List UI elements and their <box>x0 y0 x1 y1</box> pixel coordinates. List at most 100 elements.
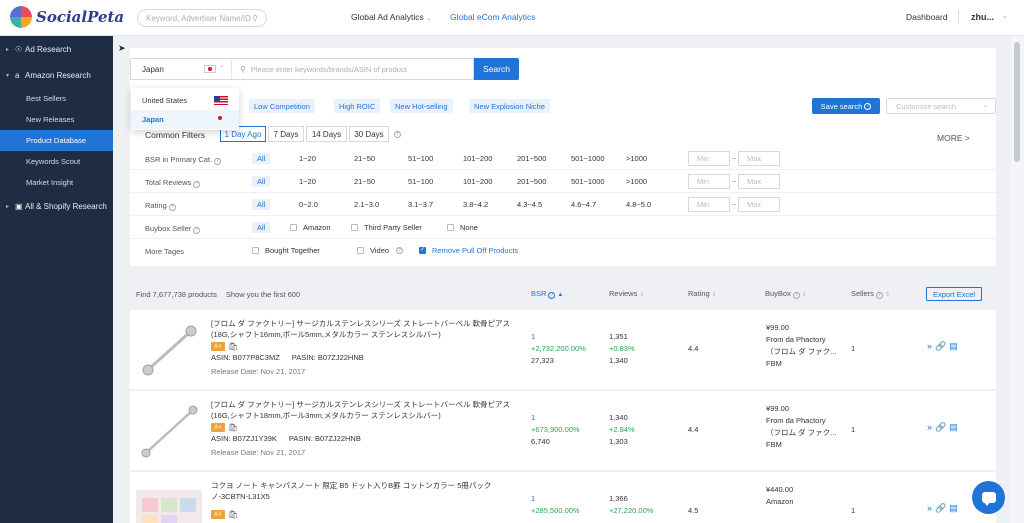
detail-icon[interactable]: » <box>927 503 935 513</box>
filter-option[interactable]: All <box>252 153 271 164</box>
report-icon[interactable]: ▤ <box>949 422 961 432</box>
checkbox[interactable] <box>252 247 259 254</box>
range-14-days-button[interactable]: 14 Days <box>306 126 347 142</box>
sidebar-item-best-sellers[interactable]: Best Sellers <box>0 88 113 109</box>
filter-option[interactable]: 3.8~4.2 <box>463 200 488 209</box>
link-icon[interactable]: 🔗 <box>935 503 949 513</box>
customize-search-select[interactable]: Customize search ⌄ <box>886 98 996 114</box>
product-thumbnail[interactable] <box>136 399 202 463</box>
max-input[interactable]: Max <box>738 197 780 212</box>
help-icon[interactable]: ? <box>193 226 201 234</box>
country-option-united-states[interactable]: United States <box>131 91 239 110</box>
product-title[interactable]: コクヨ ノート キャンパスノート 限定 B5 ドット入りB罫 コットンカラー 5… <box>211 480 521 502</box>
filter-option[interactable]: 501~1000 <box>571 154 605 163</box>
checkbox-label[interactable]: Bought Together <box>265 246 320 255</box>
checkbox[interactable] <box>351 224 358 231</box>
chat-button[interactable] <box>972 481 1005 514</box>
filter-option[interactable]: 2.1~3.0 <box>354 200 379 209</box>
sidebar-section-ad-research[interactable]: ▸ ☉ Ad Research <box>0 36 113 62</box>
chevron-down-icon[interactable]: ⌄ <box>1002 12 1008 20</box>
filter-option[interactable]: 21~50 <box>354 154 375 163</box>
scrollbar-thumb[interactable] <box>1014 42 1020 162</box>
table-row[interactable]: [フロム ダ ファクトリー] サージカルステンレスシリーズ ストレートバーベル … <box>130 310 996 390</box>
report-icon[interactable]: ▤ <box>949 503 961 513</box>
product-search-input[interactable]: ⚲ Please enter keywords/brands/ASIN of p… <box>231 58 474 80</box>
filter-option[interactable]: 201~500 <box>517 154 546 163</box>
filter-option[interactable]: 21~50 <box>354 177 375 186</box>
filter-option[interactable]: 501~1000 <box>571 177 605 186</box>
filter-option[interactable]: 51~100 <box>408 154 433 163</box>
filter-option[interactable]: >1000 <box>626 154 647 163</box>
tab-global-ecom-analytics[interactable]: Global eCom Analytics <box>450 12 536 22</box>
filter-option[interactable]: 201~500 <box>517 177 546 186</box>
column-header-buybox[interactable]: BuyBox? ⇕ <box>765 289 807 299</box>
country-select[interactable]: Japan ⌃ <box>130 58 231 80</box>
preset-low-competition[interactable]: Low Competition <box>249 99 315 113</box>
preset-high-roic[interactable]: High ROIC <box>334 99 381 113</box>
buybox-seller[interactable]: Amazon <box>766 496 861 508</box>
filter-option[interactable]: 101~200 <box>463 154 492 163</box>
range-7-days-button[interactable]: 7 Days <box>268 126 304 142</box>
link-icon[interactable]: 🔗 <box>935 422 949 432</box>
help-icon[interactable]: ? <box>396 247 403 254</box>
export-excel-button[interactable]: Export Excel <box>926 287 982 301</box>
product-thumbnail[interactable] <box>136 318 202 382</box>
checkbox[interactable] <box>447 224 454 231</box>
save-search-button[interactable]: Save search ? <box>812 98 880 114</box>
link-icon[interactable]: 🔗 <box>935 341 949 351</box>
filter-option[interactable]: 4.3~4.5 <box>517 200 542 209</box>
column-header-reviews[interactable]: Reviews ⇕ <box>609 289 644 298</box>
help-icon[interactable]: ? <box>394 131 401 138</box>
dashboard-link[interactable]: Dashboard <box>906 12 948 22</box>
filter-option[interactable]: 51~100 <box>408 177 433 186</box>
global-search-input[interactable]: Keyword, Advertiser Name/ID ⚲ <box>137 9 267 27</box>
filter-option[interactable]: >1000 <box>626 177 647 186</box>
preset-new-explosion-niche[interactable]: New Explosion Niche <box>469 99 550 113</box>
product-title[interactable]: [フロム ダ ファクトリー] サージカルステンレスシリーズ ストレートバーベル … <box>211 318 521 340</box>
preset-new-hot-selling[interactable]: New Hot-selling <box>390 99 453 113</box>
sidebar-section-shopify-research[interactable]: ▸ ▣ All & Shopify Research <box>0 193 113 219</box>
logo[interactable]: SocialPeta <box>10 6 124 28</box>
checkbox-checked[interactable] <box>419 246 426 254</box>
filter-option[interactable]: 4.6~4.7 <box>571 200 596 209</box>
buybox-seller[interactable]: From da Phactory <box>766 415 861 427</box>
filter-option[interactable]: 101~200 <box>463 177 492 186</box>
max-input[interactable]: Max <box>738 151 780 166</box>
help-icon[interactable]: ? <box>214 157 222 165</box>
page-scrollbar[interactable] <box>1011 36 1024 523</box>
filter-option[interactable]: All <box>252 176 271 187</box>
sidebar-item-product-database[interactable]: Product Database <box>0 130 113 151</box>
checkbox[interactable] <box>290 224 297 231</box>
checkbox-label[interactable]: Amazon <box>303 223 331 232</box>
min-input[interactable]: Min <box>688 197 730 212</box>
product-thumbnail[interactable] <box>136 480 202 523</box>
column-header-rating[interactable]: Rating ⇕ <box>688 289 717 298</box>
sidebar-item-market-insight[interactable]: Market Insight <box>0 172 113 193</box>
sidebar-item-new-releases[interactable]: New Releases <box>0 109 113 130</box>
more-filters-link[interactable]: MORE > <box>937 133 970 143</box>
filter-option[interactable]: 1~20 <box>299 154 316 163</box>
buybox-seller[interactable]: From da Phactory <box>766 334 861 346</box>
help-icon[interactable]: ? <box>168 203 176 211</box>
report-icon[interactable]: ▤ <box>949 341 961 351</box>
filter-option[interactable]: 3.1~3.7 <box>408 200 433 209</box>
table-row[interactable]: コクヨ ノート キャンパスノート 限定 B5 ドット入りB罫 コットンカラー 5… <box>130 472 996 523</box>
filter-option[interactable]: 4.8~5.0 <box>626 200 651 209</box>
max-input[interactable]: Max <box>738 174 780 189</box>
min-input[interactable]: Min <box>688 174 730 189</box>
product-title[interactable]: [フロム ダ ファクトリー] サージカルステンレスシリーズ ストレートバーベル … <box>211 399 521 421</box>
checkbox[interactable] <box>357 247 364 254</box>
checkbox-label[interactable]: Remove Pull Off Products <box>432 246 518 255</box>
filter-option[interactable]: 0~2.0 <box>299 200 318 209</box>
filter-option[interactable]: All <box>252 199 271 210</box>
sidebar-item-keywords-scout[interactable]: Keywords Scout <box>0 151 113 172</box>
search-icon[interactable]: ⚲ <box>252 14 258 23</box>
min-input[interactable]: Min <box>688 151 730 166</box>
tab-global-ad-analytics[interactable]: Global Ad Analytics ⌄ <box>351 12 431 22</box>
checkbox-label[interactable]: Third Party Seller <box>364 223 422 232</box>
sidebar-section-amazon-research[interactable]: ▾ a Amazon Research <box>0 62 113 88</box>
user-menu[interactable]: zhu... <box>971 12 994 22</box>
search-button[interactable]: Search <box>474 58 519 80</box>
detail-icon[interactable]: » <box>927 422 935 432</box>
checkbox-label[interactable]: None <box>460 223 478 232</box>
